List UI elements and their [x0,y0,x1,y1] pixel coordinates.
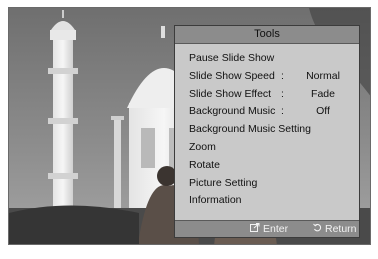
menu-item-label: Background Music [189,105,276,118]
menu-item-background-music-setting[interactable]: Background Music Setting [175,121,359,139]
menu-item-label: Zoom [189,140,216,153]
tools-title: Tools [175,26,359,44]
menu-item-slide-show-speed[interactable]: Slide Show Speed : Normal [175,68,359,86]
menu-item-information[interactable]: Information [175,192,359,210]
menu-item-value: Normal [306,69,340,82]
menu-item-label: Pause Slide Show [189,52,275,64]
tools-menu-list: Pause Slide Show Slide Show Speed : Norm… [175,50,359,210]
return-label: Return [325,223,357,235]
return-hint[interactable]: Return [313,221,357,237]
return-icon [313,221,322,237]
menu-item-label: Background Music Setting [189,123,311,136]
menu-item-label: Rotate [189,158,220,171]
menu-item-label: Information [189,194,242,207]
tools-popup: Tools Pause Slide Show Slide Show Speed … [174,25,360,238]
enter-hint[interactable]: Enter [250,221,288,237]
menu-item-value: Off [316,105,330,118]
menu-item-label: Slide Show Effect [189,87,272,100]
menu-item-separator: : [281,105,284,118]
tv-screen: Tools Pause Slide Show Slide Show Speed … [0,0,378,259]
menu-item-rotate[interactable]: Rotate [175,157,359,175]
menu-item-background-music[interactable]: Background Music : Off [175,103,359,121]
enter-label: Enter [263,223,289,235]
menu-item-separator: : [281,69,284,82]
menu-item-label: Slide Show Speed [189,69,275,82]
tools-footer: Enter Return [175,220,359,237]
menu-item-picture-setting[interactable]: Picture Setting [175,175,359,193]
menu-item-separator: : [281,87,284,100]
enter-icon [250,221,260,237]
menu-item-value: Fade [311,87,335,100]
menu-item-zoom[interactable]: Zoom [175,139,359,157]
menu-item-slide-show-effect[interactable]: Slide Show Effect : Fade [175,86,359,104]
menu-item-label: Picture Setting [189,176,258,189]
menu-item-pause-slide-show[interactable]: Pause Slide Show [175,50,359,68]
